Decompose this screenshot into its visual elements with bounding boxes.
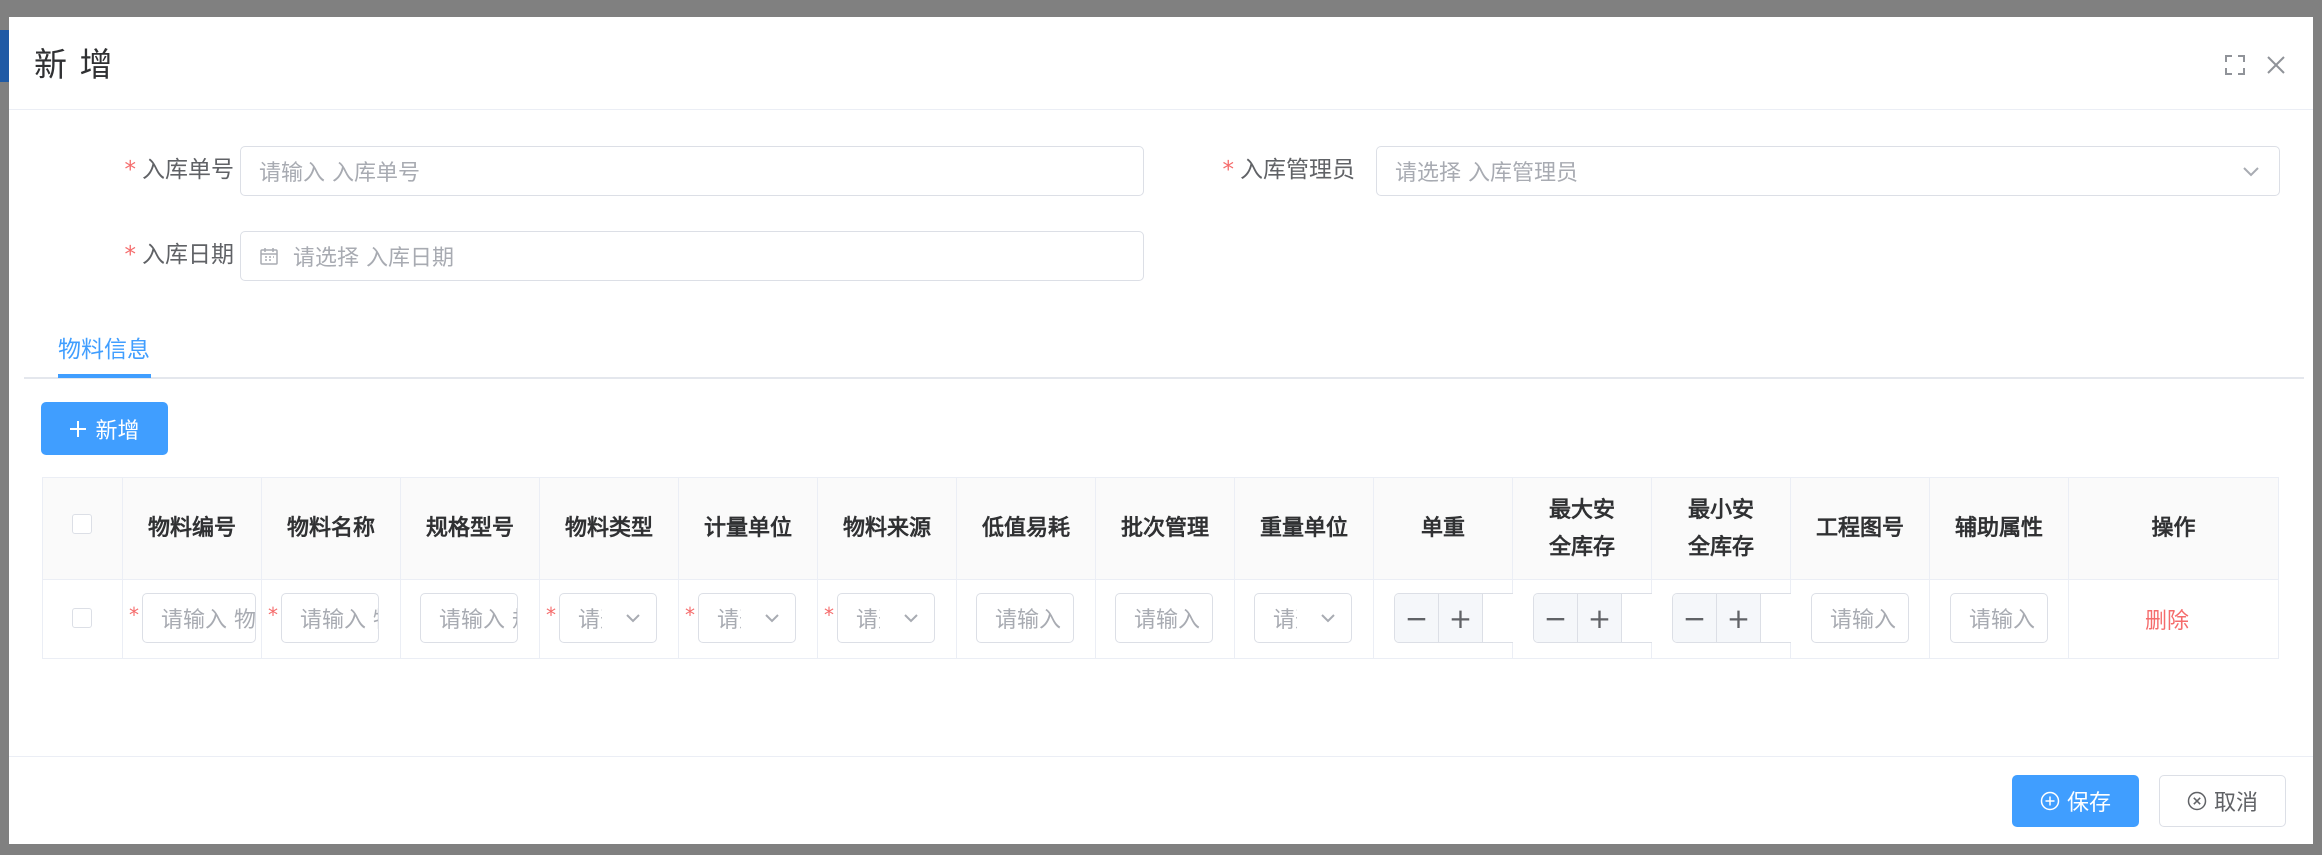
header-unit: 计量单位 [679, 478, 818, 579]
low-value-input[interactable]: 请输入 [976, 593, 1074, 643]
chevron-down-icon [2241, 161, 2261, 187]
weight-unit-select[interactable]: 请选择 [1254, 593, 1352, 643]
aux-attr-input[interactable]: 请输入 [1950, 593, 2048, 643]
header-material-type: 物料类型 [540, 478, 679, 579]
row-checkbox[interactable] [72, 608, 92, 628]
receipt-date-picker[interactable]: 请选择 入库日期 [240, 231, 1144, 281]
header-max-stock: 最大安全库存 [1513, 478, 1652, 579]
required-mark: * [129, 603, 139, 627]
header-source: 物料来源 [818, 478, 957, 579]
calendar-icon [259, 246, 279, 266]
unit-select[interactable]: 请选择 [698, 593, 796, 643]
material-code-input[interactable]: 请输入 物料编号 [142, 593, 256, 643]
header-min-stock: 最小安全库存 [1652, 478, 1791, 579]
receipt-no-label: * 入库单号 [124, 157, 235, 183]
required-mark: * [824, 603, 834, 627]
dialog-title: 新 增 [34, 45, 114, 84]
receipt-no-input[interactable]: 请输入 入库单号 [240, 146, 1144, 196]
required-mark: * [268, 603, 278, 627]
unit-weight-stepper[interactable]: − + [1394, 593, 1513, 643]
manager-select[interactable]: 请选择 入库管理员 [1376, 146, 2280, 196]
save-button[interactable]: 保存 [2012, 775, 2139, 827]
dialog-header: 新 增 [9, 17, 2313, 110]
header-drawing-no: 工程图号 [1791, 478, 1930, 579]
tab-material-info[interactable]: 物料信息 [58, 330, 150, 370]
cancel-button[interactable]: 取消 [2159, 775, 2286, 827]
spec-input[interactable]: 请输入 规格型号 [420, 593, 518, 643]
close-circle-icon [2187, 791, 2207, 811]
material-table: 物料编号 物料名称 规格型号 物料类型 计量单位 物料来源 低值易耗 批次管理 … [42, 477, 2279, 659]
minus-icon[interactable]: − [1534, 594, 1578, 642]
minus-icon[interactable]: − [1395, 594, 1439, 642]
drawing-no-input[interactable]: 请输入 [1811, 593, 1909, 643]
delete-row-link[interactable]: 删除 [2145, 603, 2189, 635]
receipt-date-label: * 入库日期 [124, 242, 235, 268]
plus-circle-icon [2040, 791, 2060, 811]
header-actions: 操作 [2151, 516, 2196, 541]
chevron-down-icon [1319, 608, 1337, 633]
chevron-down-icon [763, 608, 781, 633]
plus-icon [69, 420, 87, 438]
tab-active-indicator [58, 374, 151, 378]
add-dialog: 新 增 * 入库单号 请输入 入库单号 * 入库管理员 请选择 入库管理员 * 入库日… [9, 17, 2313, 844]
max-stock-stepper[interactable]: − + [1533, 593, 1652, 643]
required-mark: * [546, 603, 556, 627]
source-select[interactable]: 请选择 [837, 593, 935, 643]
header-unit-weight: 单重 [1374, 478, 1513, 579]
header-low-value: 低值易耗 [957, 478, 1096, 579]
chevron-down-icon [624, 608, 642, 633]
header-batch: 批次管理 [1096, 478, 1235, 579]
plus-icon[interactable]: + [1717, 594, 1761, 642]
fullscreen-icon[interactable] [2218, 48, 2252, 82]
header-select-all [43, 478, 123, 579]
tab-bar-divider [24, 377, 2304, 379]
chevron-down-icon [902, 608, 920, 633]
plus-icon[interactable]: + [1439, 594, 1483, 642]
min-stock-stepper[interactable]: − + [1672, 593, 1791, 643]
header-material-code: 物料编号 [123, 478, 262, 579]
header-weight-unit: 重量单位 [1235, 478, 1374, 579]
batch-input[interactable]: 请输入 [1115, 593, 1213, 643]
header-material-name: 物料名称 [262, 478, 401, 579]
material-type-select[interactable]: 请选择 [559, 593, 657, 643]
add-row-button[interactable]: 新增 [41, 402, 168, 455]
header-spec: 规格型号 [401, 478, 540, 579]
minus-icon[interactable]: − [1673, 594, 1717, 642]
manager-label: * 入库管理员 [1222, 157, 1356, 183]
table-header: 物料编号 物料名称 规格型号 物料类型 计量单位 物料来源 低值易耗 批次管理 … [43, 478, 2278, 580]
select-all-checkbox[interactable] [72, 514, 92, 534]
header-aux-attr: 辅助属性 [1930, 478, 2069, 579]
material-name-input[interactable]: 请输入 物料名称 [281, 593, 379, 643]
close-icon[interactable] [2259, 48, 2293, 82]
plus-icon[interactable]: + [1578, 594, 1622, 642]
footer-divider [9, 756, 2313, 757]
required-mark: * [685, 603, 695, 627]
